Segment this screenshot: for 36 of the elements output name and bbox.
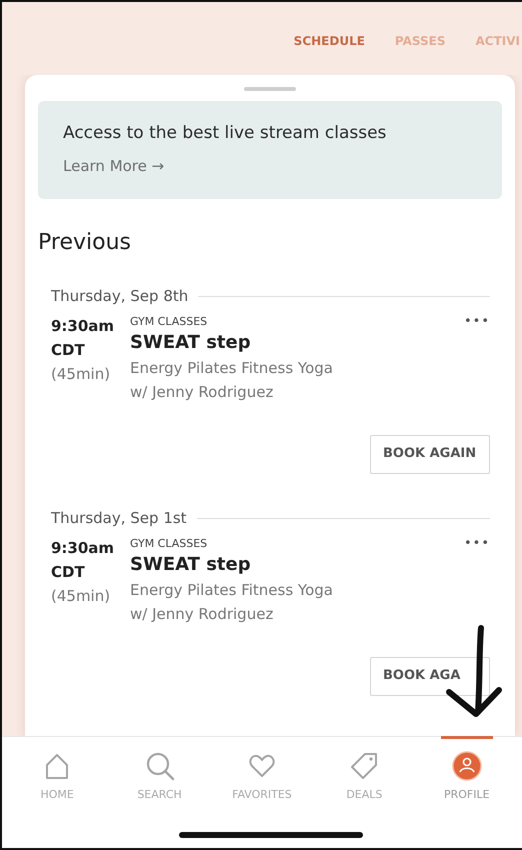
more-menu[interactable]: ••• — [464, 536, 490, 626]
class-category: GYM CLASSES — [130, 314, 208, 330]
date-label: Thursday, Sep 8th — [51, 286, 188, 307]
class-time: 9:30am — [51, 316, 116, 336]
class-name: SWEAT step — [130, 330, 252, 354]
time-zone: CDT — [51, 562, 86, 582]
banner-title: Access to the best live stream classes — [63, 122, 388, 145]
drag-handle[interactable] — [244, 87, 296, 91]
book-again-button[interactable]: BOOK AGAIN — [370, 434, 490, 474]
instructor-name: w/ Jenny Rodriguez — [130, 604, 274, 624]
studio-name: Energy Pilates Fitness Yoga — [130, 580, 333, 600]
learn-more-link[interactable]: Learn More → — [63, 154, 164, 177]
book-again-button[interactable]: BOOK AGA — [370, 656, 490, 696]
more-menu[interactable]: ••• — [464, 314, 490, 404]
class-category: GYM CLASSES — [130, 536, 208, 552]
nav-tab[interactable]: SEARCH — [112, 737, 208, 848]
nav-tab[interactable]: PROFILE — [418, 737, 515, 848]
class-time: 9:30am — [51, 538, 116, 558]
tab[interactable]: ACTIVI — [476, 32, 520, 50]
tag-icon — [349, 751, 380, 781]
promo-banner[interactable]: Access to the best live stream classes Learn More → — [38, 101, 502, 199]
search-icon — [144, 751, 175, 781]
tab[interactable]: SCHEDULE — [294, 32, 365, 50]
profile-icon — [452, 751, 482, 781]
section-heading: Previous — [38, 229, 132, 257]
nav-tab[interactable]: DEALS — [316, 737, 412, 848]
class-duration: (45min) — [51, 586, 112, 606]
class-name: SWEAT step — [130, 552, 252, 576]
date-label: Thursday, Sep 1st — [51, 508, 187, 529]
nav-tab[interactable]: FAVORITES — [214, 737, 310, 848]
time-zone: CDT — [51, 340, 86, 360]
class-duration: (45min) — [51, 364, 112, 384]
studio-name: Energy Pilates Fitness Yoga — [130, 358, 333, 378]
instructor-name: w/ Jenny Rodriguez — [130, 382, 274, 402]
nav-tab[interactable]: HOME — [9, 737, 106, 848]
tab[interactable]: PASSES — [394, 32, 446, 50]
